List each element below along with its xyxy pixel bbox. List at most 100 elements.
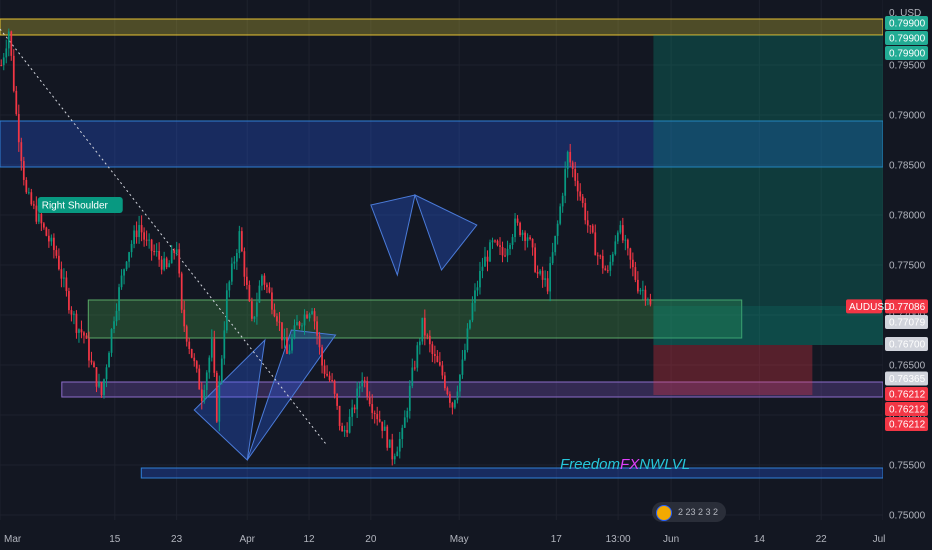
candle-body-229 [574, 168, 577, 181]
candle-body-180 [451, 402, 454, 408]
candle-body-126 [316, 321, 318, 336]
time-tick-8: 13:00 [606, 534, 631, 545]
time-tick-12: Jul [873, 534, 886, 545]
candle-body-211 [529, 237, 531, 240]
footer-badge-icon [656, 505, 672, 521]
candle-body-183 [459, 374, 461, 392]
candle-body-101 [253, 316, 256, 319]
candle-body-220 [551, 252, 554, 264]
candle-body-134 [336, 393, 338, 406]
candle-body-194 [486, 256, 489, 262]
candle-body-258 [647, 299, 649, 301]
candle-body-184 [461, 359, 464, 375]
candle-body-70 [175, 249, 178, 254]
candle-body-58 [145, 239, 148, 241]
candle-body-132 [331, 380, 333, 382]
candle-body-217 [544, 278, 547, 280]
price-tick-6: 0.76500 [889, 361, 926, 372]
candle-body-33 [83, 332, 85, 336]
candle-body-56 [140, 225, 143, 233]
candle-body-167 [418, 341, 421, 346]
candle-body-131 [328, 375, 331, 381]
candle-body-69 [173, 250, 176, 254]
zone-long-5 [653, 35, 883, 306]
candle-body-176 [441, 365, 444, 376]
candle-body-253 [634, 267, 637, 280]
candle-body-169 [423, 317, 426, 336]
candle-body-47 [118, 287, 120, 311]
price-tag-4: 0.77079 [889, 318, 926, 329]
candle-body-41 [103, 379, 105, 396]
time-tick-6: May [450, 534, 469, 545]
candle-body-210 [526, 237, 529, 241]
candle-body-23 [58, 255, 60, 270]
candle-body-40 [100, 382, 103, 396]
candle-body-154 [386, 426, 389, 448]
candle-body-238 [596, 255, 599, 257]
candle-body-127 [318, 335, 321, 348]
zone-blue-2 [140, 467, 884, 479]
candle-body-108 [271, 292, 273, 310]
candle-body-144 [361, 380, 364, 387]
candle-body-104 [261, 275, 263, 286]
candle-body-110 [276, 316, 278, 322]
candle-body-151 [378, 419, 381, 422]
candle-body-182 [456, 391, 459, 401]
candle-body-120 [301, 325, 303, 327]
candle-body-60 [150, 239, 153, 251]
candle-body-117 [293, 325, 296, 338]
candle-body-109 [273, 309, 276, 317]
candle-body-209 [524, 232, 526, 241]
candle-body-67 [168, 263, 171, 268]
annotations: Right Shoulder [37, 197, 123, 213]
price-tick-0: 0.79500 [889, 61, 926, 72]
candle-body-140 [351, 407, 354, 417]
candle-body-15 [37, 213, 40, 222]
candle-body-133 [333, 380, 336, 394]
candle-body-87 [218, 381, 221, 422]
candle-body-178 [446, 388, 449, 395]
candle-body-96 [240, 231, 243, 252]
chart-root: 0. USD 0.79500 0.79000 0.78500 0.78000 0.7750… [0, 0, 932, 550]
candle-body-75 [188, 341, 191, 349]
candle-body-115 [288, 350, 291, 354]
candle-body-128 [321, 347, 323, 366]
candle-body-164 [411, 367, 414, 386]
candle-body-224 [561, 195, 564, 207]
candle-body-231 [579, 191, 582, 197]
candle-body-46 [115, 310, 118, 322]
candle-body-13 [32, 204, 35, 206]
audusd-chart[interactable]: 0. USD0.795000.790000.785000.780000.7750… [0, 0, 932, 550]
candle-body-198 [496, 240, 499, 246]
price-tick-9: 0.75000 [889, 511, 926, 522]
time-tick-7: 17 [551, 534, 563, 545]
price-tag-1: 0.79900 [889, 34, 926, 45]
candle-body-187 [469, 320, 471, 329]
candle-body-190 [476, 287, 479, 291]
price-tick-1: 0.79000 [889, 111, 926, 122]
candle-body-45 [113, 321, 115, 330]
candle-body-105 [263, 275, 266, 285]
candle-body-90 [225, 290, 228, 331]
candle-body-107 [268, 287, 271, 293]
candle-body-168 [421, 317, 424, 342]
candle-body-124 [311, 311, 313, 315]
price-tick-2: 0.78500 [889, 161, 926, 172]
candle-body-20 [50, 237, 53, 242]
footer-badge[interactable]: 2 23 2 3 2 [652, 502, 727, 522]
candle-body-218 [546, 278, 549, 292]
candle-body-112 [281, 322, 283, 341]
candle-body-163 [408, 385, 411, 411]
candle-body-2 [5, 48, 8, 58]
candle-body-185 [464, 349, 466, 360]
candle-body-259 [649, 299, 652, 305]
candle-body-192 [481, 266, 484, 271]
candle-body-27 [68, 291, 70, 311]
candle-body-221 [554, 235, 557, 253]
candle-body-195 [489, 242, 491, 262]
candle-body-106 [266, 284, 268, 288]
candle-body-196 [491, 240, 494, 243]
candle-body-24 [60, 269, 63, 279]
candle-body-223 [559, 206, 562, 224]
watermark-part3: NWLVL [639, 456, 691, 473]
